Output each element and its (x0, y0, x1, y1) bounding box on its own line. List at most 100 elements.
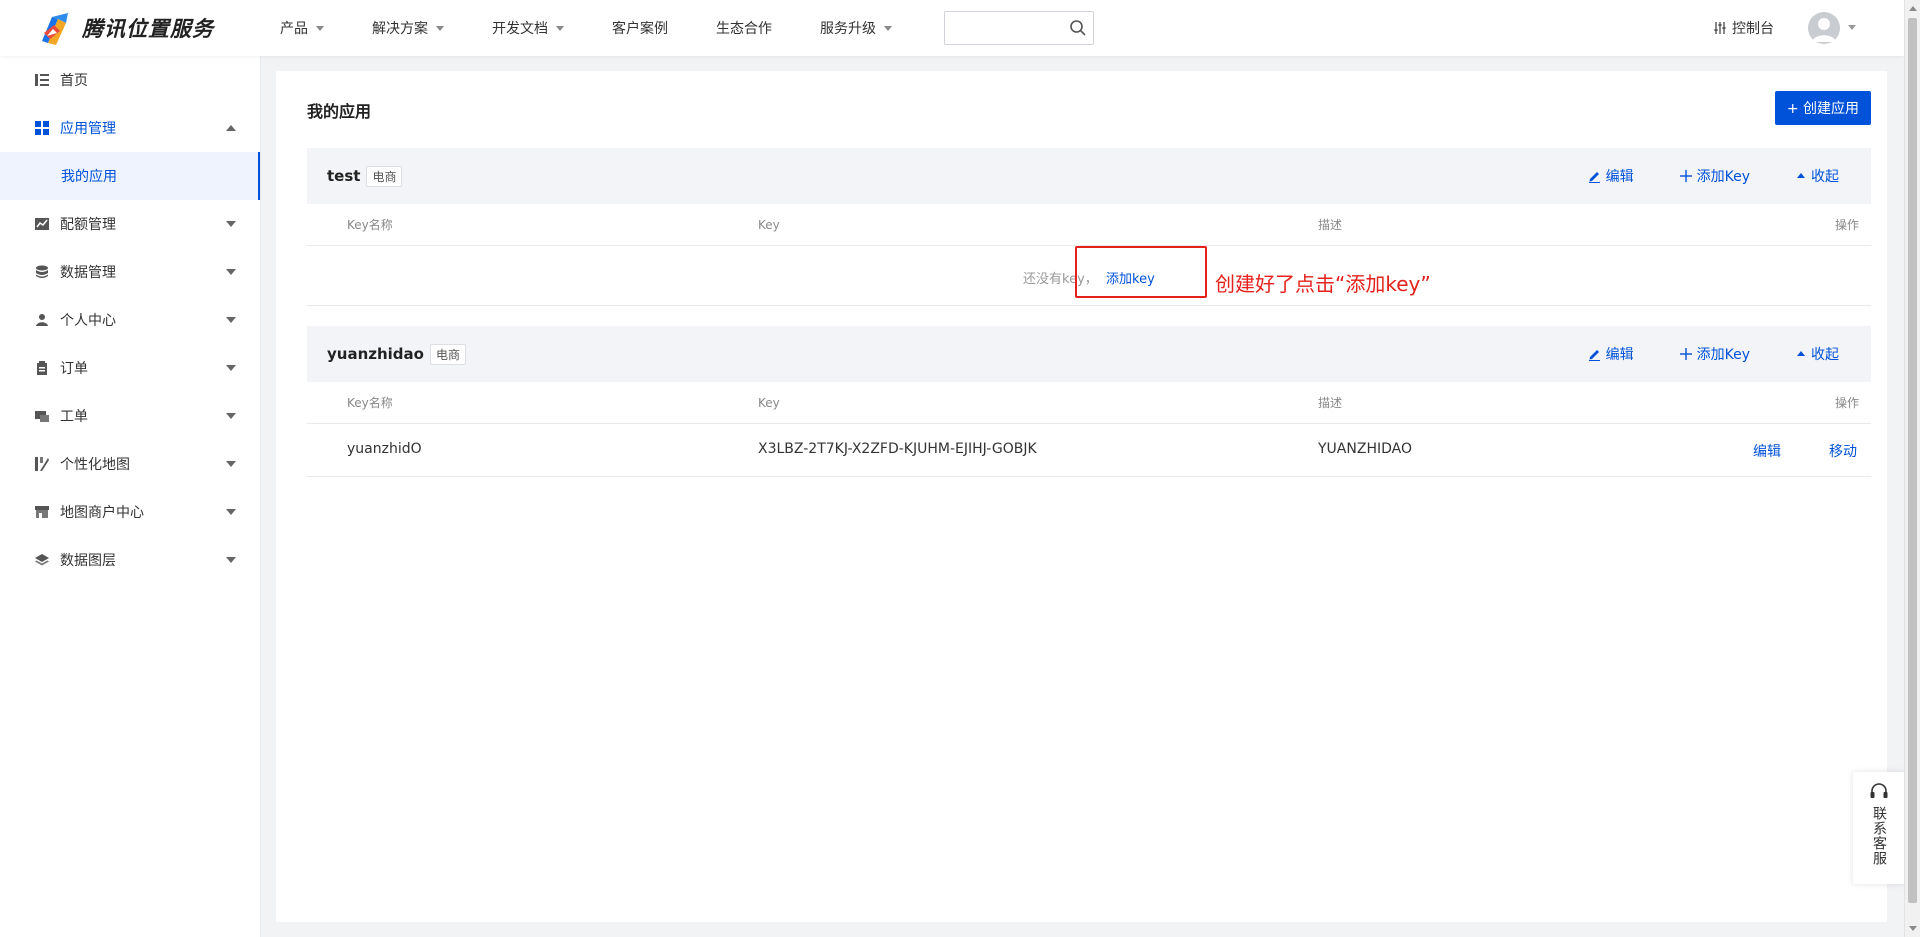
annotation-note: 创建好了点击“添加key” (1215, 272, 1431, 296)
nav-docs-label: 开发文档 (492, 21, 548, 37)
app-card-yuanzhidao: yuanzhidao 电商 编辑 添加Key 收起 Key名称 Key 描述 操… (307, 326, 1871, 477)
user-avatar-icon (1812, 18, 1836, 42)
chevron-down-icon (316, 25, 324, 31)
add-key-label: 添加Key (1696, 169, 1750, 185)
key-table-header: Key名称 Key 描述 操作 (307, 204, 1871, 246)
nav-upgrade[interactable]: 服务升级 (820, 18, 892, 38)
search-input[interactable] (953, 12, 1063, 42)
sidebar-item-label: 订单 (60, 361, 88, 377)
plus-icon (1679, 348, 1692, 360)
edit-key-link[interactable]: 编辑 (1753, 441, 1781, 461)
main-panel: 我的应用 + 创建应用 test 电商 编辑 添加Key 收起 Key名称 Ke… (276, 71, 1887, 922)
scroll-down-arrow-icon[interactable] (1909, 926, 1917, 931)
nav-solutions[interactable]: 解决方案 (372, 18, 444, 38)
chevron-down-icon (226, 461, 236, 467)
sidebar-item-data[interactable]: 数据管理 (0, 248, 260, 296)
caret-up-icon (1797, 351, 1805, 356)
list-icon (34, 72, 50, 88)
chevron-down-icon (226, 269, 236, 275)
chevron-down-icon (556, 25, 564, 31)
add-key-button[interactable]: 添加Key (1679, 344, 1750, 364)
sidebar-item-quota[interactable]: 配额管理 (0, 200, 260, 248)
move-key-link[interactable]: 移动 (1829, 441, 1857, 461)
page-title: 我的应用 (307, 102, 372, 121)
app-header: test 电商 编辑 添加Key 收起 (307, 148, 1871, 204)
chevron-down-icon (884, 25, 892, 31)
chevron-down-icon (226, 509, 236, 515)
column-key: Key (758, 395, 780, 410)
clipboard-icon (34, 360, 50, 376)
caret-up-icon (1797, 173, 1805, 178)
sidebar: 首页 应用管理 我的应用 配额管理 数据管理 个人中心 订单 工单 个性化地图 … (0, 56, 261, 937)
add-key-button[interactable]: 添加Key (1679, 166, 1750, 186)
column-description: 描述 (1318, 218, 1343, 232)
grid-icon (34, 120, 50, 136)
table-row: yuanzhidO X3LBZ-2T7KJ-X2ZFD-KJUHM-EJIHJ-… (307, 424, 1871, 477)
sidebar-item-merchant[interactable]: 地图商户中心 (0, 488, 260, 536)
ticket-icon (34, 408, 50, 424)
scroll-up-arrow-icon[interactable] (1909, 6, 1917, 11)
brand-logo[interactable]: 腾讯位置服务 (38, 11, 280, 45)
plus-icon (1679, 170, 1692, 182)
edit-app-button[interactable]: 编辑 (1588, 344, 1634, 364)
sidebar-item-label: 个人中心 (60, 313, 116, 329)
key-table-header: Key名称 Key 描述 操作 (307, 382, 1871, 424)
key-description-cell: YUANZHIDAO (1318, 441, 1412, 457)
edit-label: 编辑 (1605, 169, 1634, 185)
app-actions: 编辑 添加Key 收起 (1542, 148, 1839, 204)
column-key-name: Key名称 (347, 396, 393, 410)
sidebar-item-data-layers[interactable]: 数据图层 (0, 536, 260, 584)
avatar[interactable] (1808, 12, 1840, 44)
console-label: 控制台 (1732, 21, 1774, 37)
top-header: 腾讯位置服务 产品 解决方案 开发文档 客户案例 生态合作 服务升级 控制台 (0, 0, 1904, 56)
collapse-button[interactable]: 收起 (1796, 166, 1839, 186)
contact-support-button[interactable]: 联系客服 (1853, 772, 1905, 884)
sidebar-item-label: 应用管理 (60, 121, 116, 137)
layers-icon (34, 552, 50, 568)
sidebar-item-app-management[interactable]: 应用管理 (0, 104, 260, 152)
pencil-icon (1588, 171, 1600, 183)
sidebar-item-home[interactable]: 首页 (0, 56, 260, 104)
sidebar-item-my-apps[interactable]: 我的应用 (0, 152, 260, 200)
console-link[interactable]: 控制台 (1713, 18, 1774, 38)
nav-ecosystem[interactable]: 生态合作 (716, 18, 772, 38)
search-icon[interactable] (1069, 19, 1087, 37)
collapse-button[interactable]: 收起 (1796, 344, 1839, 364)
scrollbar-thumb[interactable] (1908, 18, 1917, 903)
column-actions: 操作 (1834, 396, 1859, 410)
sidebar-item-custom-map[interactable]: 个性化地图 (0, 440, 260, 488)
sidebar-item-label: 数据图层 (60, 553, 116, 569)
sliders-icon (1714, 22, 1726, 34)
app-category-tag: 电商 (429, 343, 466, 365)
avatar-chevron-down-icon[interactable] (1848, 25, 1856, 30)
page-scrollbar[interactable] (1904, 0, 1920, 937)
collapse-label: 收起 (1811, 169, 1839, 185)
sidebar-item-label: 首页 (60, 73, 88, 89)
nav-cases[interactable]: 客户案例 (612, 18, 668, 38)
key-value-cell: X3LBZ-2T7KJ-X2ZFD-KJUHM-EJIHJ-GOBJK (758, 441, 1037, 457)
nav-docs[interactable]: 开发文档 (492, 18, 564, 38)
edit-app-button[interactable]: 编辑 (1588, 166, 1634, 186)
sidebar-item-label: 数据管理 (60, 265, 116, 281)
create-app-button[interactable]: + 创建应用 (1774, 91, 1871, 125)
sidebar-item-tickets[interactable]: 工单 (0, 392, 260, 440)
column-key-name: Key名称 (347, 218, 393, 232)
tencent-map-logo-icon (38, 11, 72, 45)
sidebar-item-orders[interactable]: 订单 (0, 344, 260, 392)
nav-product[interactable]: 产品 (280, 18, 324, 38)
chevron-down-icon (226, 413, 236, 419)
sidebar-item-label: 工单 (60, 409, 88, 425)
column-actions: 操作 (1834, 218, 1859, 232)
annotation-highlight-box (1075, 246, 1207, 298)
contact-support-label: 联系客服 (1871, 806, 1887, 866)
sidebar-item-profile[interactable]: 个人中心 (0, 296, 260, 344)
nav-upgrade-label: 服务升级 (820, 21, 876, 37)
app-actions: 编辑 添加Key 收起 (1542, 326, 1839, 382)
app-name: test (327, 167, 361, 185)
headset-icon (1870, 783, 1888, 798)
search-field[interactable] (944, 11, 1094, 45)
app-category-tag: 电商 (366, 165, 403, 187)
database-icon (34, 264, 50, 280)
key-name-cell: yuanzhidO (347, 441, 422, 457)
store-icon (34, 504, 50, 520)
